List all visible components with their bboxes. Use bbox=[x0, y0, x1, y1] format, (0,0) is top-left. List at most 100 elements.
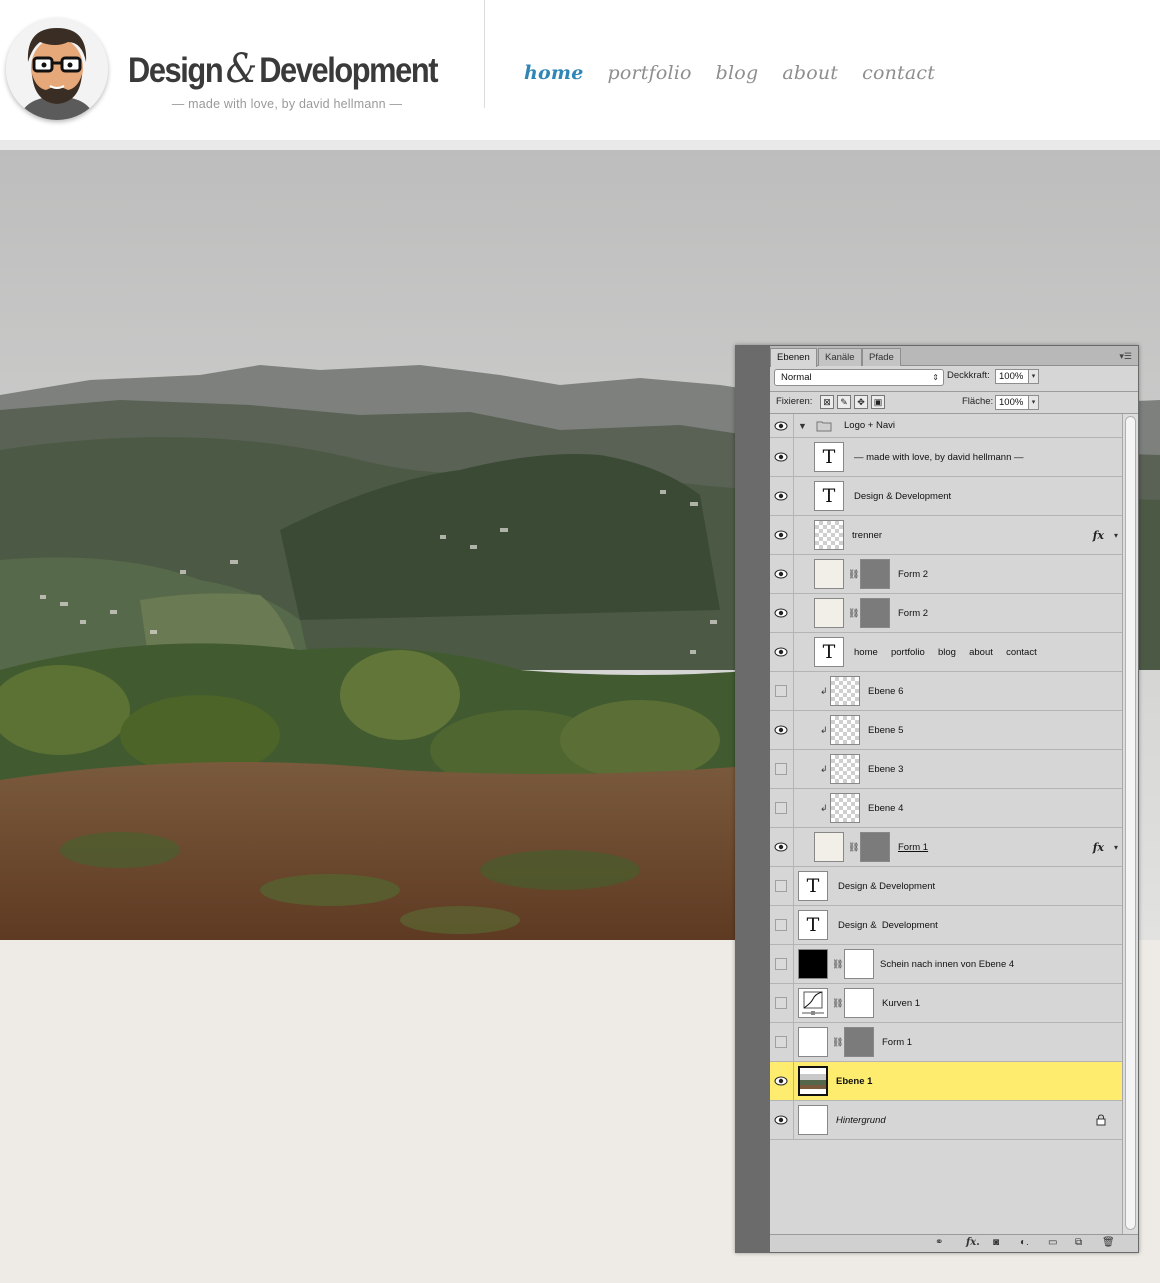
panel-menu-icon[interactable]: ▾☰ bbox=[1119, 351, 1132, 362]
visibility-toggle[interactable] bbox=[770, 867, 794, 905]
layer-row[interactable]: trenner fx ▾ bbox=[770, 516, 1122, 555]
mask-icon[interactable]: ◙ bbox=[993, 1237, 999, 1248]
eye-icon bbox=[774, 452, 788, 462]
avatar[interactable] bbox=[6, 18, 108, 120]
fill-input[interactable]: 100% bbox=[995, 395, 1029, 410]
layer-effects-icon[interactable]: fx bbox=[1093, 828, 1104, 867]
opacity-label: Deckkraft: bbox=[947, 370, 990, 381]
visibility-toggle[interactable] bbox=[770, 1101, 794, 1139]
new-layer-icon[interactable]: ⧉ bbox=[1075, 1237, 1082, 1248]
nav-blog[interactable]: blog bbox=[716, 62, 759, 84]
tab-kanaele[interactable]: Kanäle bbox=[818, 348, 862, 366]
eye-icon bbox=[774, 647, 788, 657]
effects-expand-icon[interactable]: ▾ bbox=[1114, 516, 1118, 555]
text-layer-thumbnail-icon: T bbox=[798, 910, 828, 940]
layer-thumbnail bbox=[814, 598, 844, 628]
layer-row[interactable]: ⛓ Schein nach innen von Ebene 4 bbox=[770, 945, 1122, 984]
layer-name: Form 1 bbox=[882, 1037, 913, 1048]
layer-row[interactable]: Hintergrund bbox=[770, 1101, 1122, 1140]
visibility-toggle[interactable] bbox=[770, 516, 794, 554]
tab-ebenen[interactable]: Ebenen bbox=[770, 348, 817, 367]
visibility-toggle[interactable] bbox=[770, 711, 794, 749]
effects-expand-icon[interactable]: ▾ bbox=[1114, 828, 1118, 867]
folder-icon[interactable]: ▭ bbox=[1048, 1237, 1057, 1248]
scrollbar-thumb[interactable] bbox=[1125, 416, 1136, 1230]
visibility-toggle[interactable] bbox=[770, 828, 794, 866]
clipping-mask-arrow-icon: ↲ bbox=[820, 686, 828, 696]
opacity-input[interactable]: 100% bbox=[995, 369, 1029, 384]
layer-row[interactable]: ⛓ Form 2 bbox=[770, 555, 1122, 594]
layer-row[interactable]: ↲ Ebene 3 bbox=[770, 750, 1122, 789]
visibility-toggle[interactable] bbox=[770, 438, 794, 476]
lock-transparency-icon[interactable]: ⊠ bbox=[820, 395, 834, 409]
layer-row[interactable]: ⛓ Form 1 bbox=[770, 1023, 1122, 1062]
visibility-toggle[interactable] bbox=[770, 633, 794, 671]
layer-row[interactable]: T — made with love, by david hellmann — bbox=[770, 438, 1122, 477]
nav-about[interactable]: about bbox=[782, 62, 838, 84]
opacity-dropdown-icon[interactable]: ▾ bbox=[1029, 369, 1039, 384]
vector-mask-thumbnail bbox=[860, 559, 890, 589]
text-layer-thumbnail-icon: T bbox=[798, 871, 828, 901]
layer-row-selected[interactable]: Ebene 1 bbox=[770, 1062, 1122, 1101]
adjustment-icon[interactable]: ◐. bbox=[1020, 1237, 1029, 1248]
vector-mask-thumbnail bbox=[860, 832, 890, 862]
lock-all-icon[interactable]: ▣ bbox=[871, 395, 885, 409]
visibility-toggle[interactable] bbox=[770, 594, 794, 632]
layer-row[interactable]: T Design & Development bbox=[770, 906, 1122, 945]
link-icon[interactable]: ⚭ bbox=[935, 1237, 943, 1248]
link-chain-icon: ⛓ bbox=[848, 608, 860, 618]
layer-row[interactable]: ⛓ Form 1 fx ▾ bbox=[770, 828, 1122, 867]
layer-row[interactable]: ↲ Ebene 4 bbox=[770, 789, 1122, 828]
visibility-toggle[interactable] bbox=[770, 945, 794, 983]
trash-icon[interactable]: 🗑 bbox=[1102, 1237, 1115, 1248]
layer-row[interactable]: ⛓ Form 2 bbox=[770, 594, 1122, 633]
visibility-toggle[interactable] bbox=[770, 1062, 794, 1100]
eye-icon bbox=[774, 725, 788, 735]
folder-icon bbox=[816, 421, 832, 432]
group-expand-triangle-icon[interactable]: ▼ bbox=[798, 414, 807, 438]
layer-thumbnail bbox=[830, 754, 860, 784]
layer-effects-icon[interactable]: fx bbox=[1093, 516, 1104, 555]
layers-scrollbar[interactable] bbox=[1122, 414, 1138, 1234]
layer-row[interactable]: T Design & Development bbox=[770, 477, 1122, 516]
blend-mode-value: Normal bbox=[781, 372, 812, 383]
eye-icon bbox=[774, 1076, 788, 1086]
panel-tabs: Ebenen Kanäle Pfade ▾☰ bbox=[770, 346, 1138, 367]
layer-row[interactable]: T home portfolio blog about contact bbox=[770, 633, 1122, 672]
visibility-toggle[interactable] bbox=[770, 906, 794, 944]
hidden-visibility-box bbox=[775, 685, 787, 697]
visibility-toggle[interactable] bbox=[770, 789, 794, 827]
fill-label: Fläche: bbox=[962, 396, 994, 407]
hidden-visibility-box bbox=[775, 958, 787, 970]
visibility-toggle[interactable] bbox=[770, 984, 794, 1022]
layer-name: Ebene 3 bbox=[868, 764, 904, 775]
layer-row[interactable]: ▼ Logo + Navi bbox=[770, 414, 1122, 438]
visibility-toggle[interactable] bbox=[770, 555, 794, 593]
layers-list: ▼ Logo + Navi T — made with love, by dav… bbox=[770, 414, 1122, 1234]
nav-portfolio[interactable]: portfolio bbox=[607, 62, 691, 84]
link-chain-icon: ⛓ bbox=[832, 959, 844, 969]
nav-home[interactable]: home bbox=[524, 62, 583, 84]
lock-paint-icon[interactable]: ✎ bbox=[837, 395, 851, 409]
visibility-toggle[interactable] bbox=[770, 1023, 794, 1061]
layer-row[interactable]: ↲ Ebene 5 bbox=[770, 711, 1122, 750]
layer-name: Form 2 bbox=[898, 608, 929, 619]
nav-contact[interactable]: contact bbox=[862, 62, 935, 84]
select-arrows-icon: ⇕ bbox=[932, 373, 939, 382]
layer-row[interactable]: T Design & Development bbox=[770, 867, 1122, 906]
lock-position-icon[interactable]: ✥ bbox=[854, 395, 868, 409]
clipping-mask-arrow-icon: ↲ bbox=[820, 725, 828, 735]
visibility-toggle[interactable] bbox=[770, 750, 794, 788]
blend-mode-select[interactable]: Normal ⇕ bbox=[774, 369, 944, 386]
fx-icon[interactable]: fx. bbox=[966, 1237, 980, 1248]
fill-dropdown-icon[interactable]: ▾ bbox=[1029, 395, 1039, 410]
visibility-toggle[interactable] bbox=[770, 672, 794, 710]
visibility-toggle[interactable] bbox=[770, 477, 794, 515]
site-title[interactable]: Design& Development bbox=[128, 46, 439, 92]
visibility-toggle[interactable] bbox=[770, 414, 794, 437]
site-header: Design& Development — made with love, by … bbox=[0, 0, 1160, 140]
curves-graph-icon bbox=[802, 991, 824, 1015]
layer-row[interactable]: ⛓ Kurven 1 bbox=[770, 984, 1122, 1023]
layer-row[interactable]: ↲ Ebene 6 bbox=[770, 672, 1122, 711]
tab-pfade[interactable]: Pfade bbox=[862, 348, 901, 366]
